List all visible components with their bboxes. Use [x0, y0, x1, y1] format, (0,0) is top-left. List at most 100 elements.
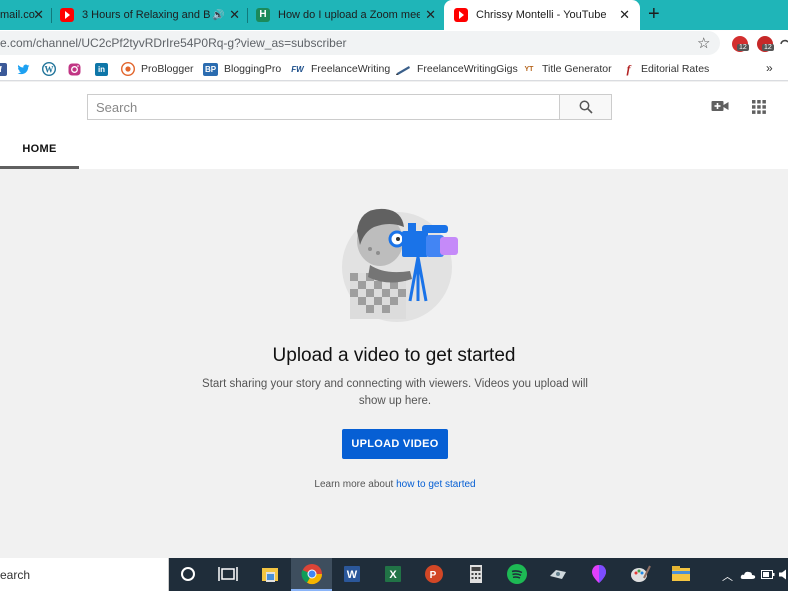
word-icon[interactable]: W	[340, 562, 364, 586]
bookmark-label: FreelanceWriting	[311, 63, 391, 75]
linkedin-icon: in	[95, 62, 108, 76]
bookmark-problogger[interactable]: ProBlogger	[121, 62, 194, 76]
bookmark-label: Editorial Rates	[641, 63, 710, 75]
h-site-icon: H	[256, 8, 270, 22]
facebook-icon: f	[0, 62, 7, 76]
upload-video-button[interactable]: UPLOAD VIDEO	[342, 429, 448, 459]
speaker-icon[interactable]: 🔊	[212, 10, 224, 21]
calculator-icon[interactable]	[464, 562, 488, 586]
extension-badge: 12	[737, 44, 749, 51]
tab-label: How do I upload a Zoom meeting	[278, 9, 420, 21]
bookmark-editorial-rates[interactable]: f Editorial Rates	[622, 61, 710, 76]
bookmark-twitter[interactable]	[17, 62, 30, 76]
bookmark-facebook[interactable]: f	[0, 62, 13, 76]
tab-separator	[247, 8, 248, 23]
new-tab-button[interactable]: +	[648, 3, 660, 26]
bookmark-label: Title Generator	[542, 63, 612, 75]
more-bookmarks-icon[interactable]: »	[766, 61, 773, 75]
create-video-icon[interactable]	[711, 99, 729, 113]
bookmark-freelancewriting[interactable]: FW FreelanceWriting	[290, 62, 390, 76]
bookmark-label: FreelanceWritingGigs	[417, 63, 518, 75]
bookmark-title-generator[interactable]: YT Title Generator	[522, 62, 612, 76]
learn-more-prefix: Learn more about	[314, 479, 397, 490]
svg-text:W: W	[45, 65, 54, 75]
close-icon[interactable]: ✕	[229, 8, 240, 22]
bloggingpro-icon: BP	[203, 62, 218, 76]
tab-relaxing[interactable]: 3 Hours of Relaxing and Be 🔊 ✕	[60, 0, 246, 30]
bookmark-bloggingpro[interactable]: BP BloggingPro	[203, 62, 281, 76]
tab-home[interactable]: HOME	[0, 130, 79, 169]
bookmark-wordpress[interactable]: W	[42, 62, 56, 76]
browser-toolbar: e.com/channel/UC2cPf2tyvRDrIre54P0Rq-g?v…	[0, 30, 788, 57]
bookmark-freelancewritinggigs[interactable]: FreelanceWritingGigs	[396, 62, 518, 76]
taskbar-search-label: earch	[0, 568, 31, 582]
learn-more-text: Learn more about how to get started	[0, 479, 788, 490]
tab-label: Chrissy Montelli - YouTube	[476, 9, 607, 21]
bookmarks-bar: f W in ProBlogger BP BloggingPro FW Free…	[0, 57, 788, 81]
powerpoint-icon[interactable]: P	[422, 562, 446, 586]
speaker-icon[interactable]	[779, 569, 788, 580]
tray-chevron-icon[interactable]: ︿	[722, 568, 733, 584]
how-to-get-started-link[interactable]: how to get started	[396, 479, 476, 490]
excel-icon[interactable]: X	[381, 562, 405, 586]
youtube-icon	[60, 8, 74, 22]
freelancewriting-icon: FW	[291, 64, 304, 74]
search-input[interactable]	[88, 95, 559, 119]
svg-text:W: W	[347, 569, 358, 581]
cortana-icon[interactable]	[176, 562, 200, 586]
app-icon[interactable]	[546, 562, 570, 586]
task-view-icon[interactable]	[216, 562, 240, 586]
svg-text:X: X	[389, 569, 397, 581]
close-icon[interactable]: ✕	[425, 8, 436, 22]
browser-tab-strip: mail.co ✕ 3 Hours of Relaxing and Be 🔊 ✕…	[0, 0, 788, 30]
bookmark-star-icon[interactable]: ☆	[697, 34, 710, 52]
problogger-icon	[121, 62, 135, 76]
svg-text:P: P	[430, 570, 437, 581]
tab-youtube-channel[interactable]: Chrissy Montelli - YouTube ✕	[444, 0, 640, 30]
instagram-icon	[68, 63, 81, 75]
windows-taskbar: earch W X P ︿	[0, 558, 788, 591]
wordpress-icon: W	[42, 62, 56, 76]
refresh-icon[interactable]	[780, 39, 788, 49]
extension-icon[interactable]: 12	[732, 36, 749, 52]
file-explorer-icon[interactable]	[258, 562, 282, 586]
title-generator-icon: YT	[524, 65, 534, 73]
bookmark-label: BloggingPro	[224, 63, 282, 75]
close-icon[interactable]: ✕	[33, 8, 44, 22]
extension-icon[interactable]: 12	[757, 36, 774, 52]
empty-state: Upload a video to get started Start shar…	[0, 169, 788, 558]
bookmark-linkedin[interactable]: in	[95, 62, 114, 76]
apps-grid-icon[interactable]	[752, 100, 766, 114]
channel-tabs: HOME	[0, 130, 788, 169]
tab-label: 3 Hours of Relaxing and Be	[82, 9, 210, 21]
freelancewritinggigs-icon	[396, 65, 410, 75]
editorial-rates-icon: f	[626, 61, 631, 76]
close-icon[interactable]: ✕	[619, 8, 630, 22]
bookmark-label: ProBlogger	[141, 63, 194, 75]
empty-state-title: Upload a video to get started	[272, 345, 516, 366]
empty-state-description: Start sharing your story and connecting …	[202, 378, 588, 407]
video-creator-illustration	[342, 208, 458, 322]
tab-separator	[51, 8, 52, 23]
chrome-icon[interactable]	[300, 562, 324, 586]
twitter-icon	[17, 64, 30, 74]
tab-zoom-help[interactable]: H How do I upload a Zoom meeting ✕	[256, 0, 442, 30]
folder-icon[interactable]	[669, 562, 693, 586]
maps-icon[interactable]	[587, 562, 611, 586]
search-button[interactable]	[559, 94, 612, 120]
spotify-icon[interactable]	[505, 562, 529, 586]
battery-icon[interactable]	[761, 570, 775, 579]
youtube-header	[0, 82, 788, 130]
address-bar[interactable]: e.com/channel/UC2cPf2tyvRDrIre54P0Rq-g?v…	[0, 31, 720, 55]
extension-badge: 12	[762, 44, 774, 51]
taskbar-search-box[interactable]: earch	[0, 558, 169, 591]
tab-mail[interactable]: mail.co ✕	[0, 0, 50, 30]
onedrive-icon[interactable]	[740, 570, 756, 580]
url-text: e.com/channel/UC2cPf2tyvRDrIre54P0Rq-g?v…	[0, 36, 347, 50]
youtube-icon	[454, 8, 468, 22]
search-icon	[579, 100, 593, 114]
search-box[interactable]	[87, 94, 560, 120]
bookmark-instagram[interactable]	[68, 62, 81, 76]
tab-label: mail.co	[0, 9, 35, 21]
paint-icon[interactable]	[628, 562, 652, 586]
